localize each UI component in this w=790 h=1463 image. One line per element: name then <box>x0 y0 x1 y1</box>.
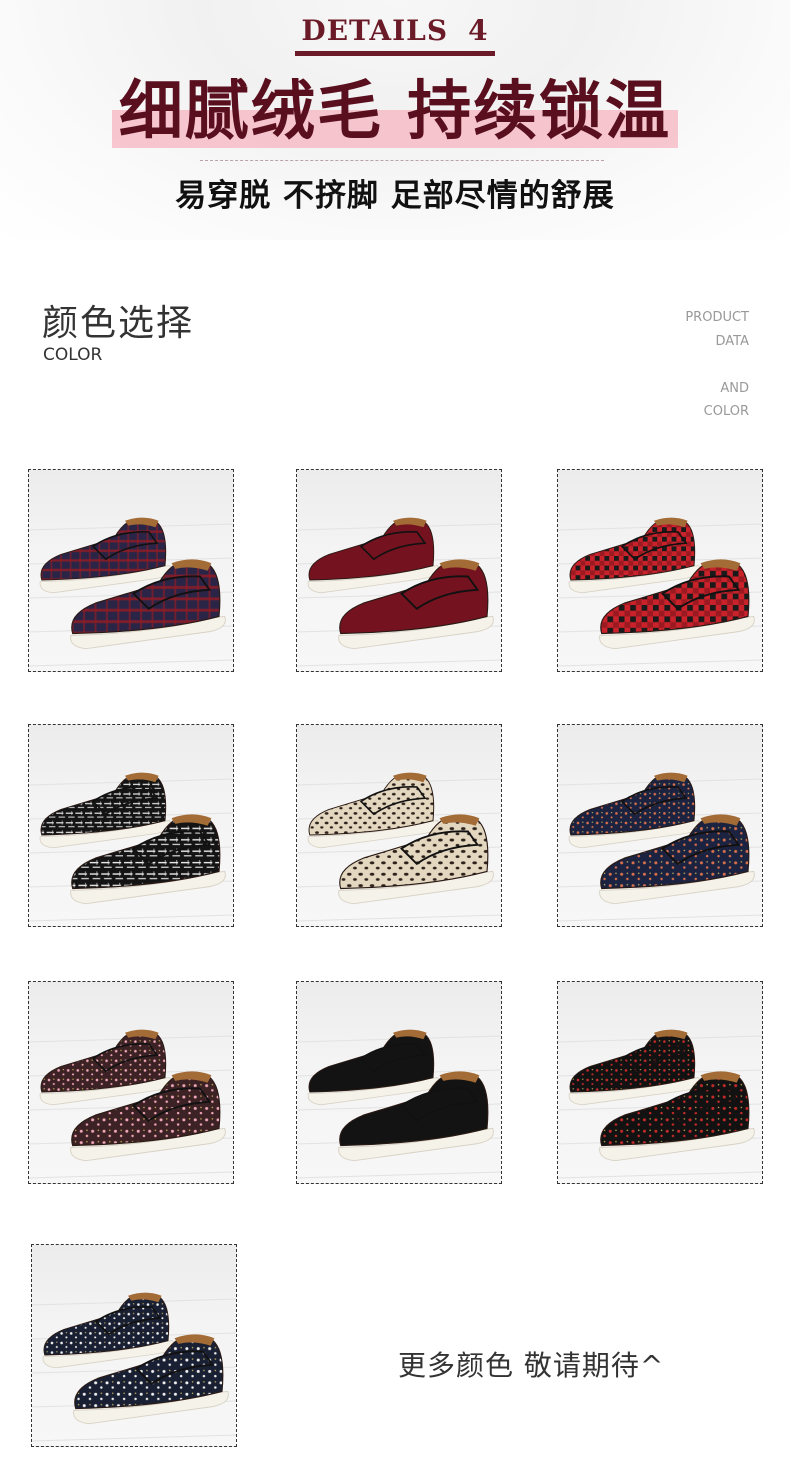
side-label-color: COLOR <box>703 404 749 419</box>
color-swatch-dark-pink-floral[interactable] <box>28 981 234 1184</box>
shoe-pair-illustration <box>558 517 762 667</box>
color-swatch-navy-white-ditsy[interactable] <box>31 1244 237 1447</box>
more-colors-coming-soon: 更多颜色 敬请期待^ <box>398 1349 665 1382</box>
shoe-pair-illustration <box>558 772 762 922</box>
color-swatch-navy-red-tartan[interactable] <box>28 469 234 672</box>
color-swatch-solid-burgundy[interactable] <box>296 469 502 672</box>
shoe-pair-illustration <box>558 1029 762 1179</box>
color-swatch-solid-black[interactable] <box>296 981 502 1184</box>
details-number: 4 <box>468 14 489 47</box>
color-swatch-navy-floral[interactable] <box>557 724 763 927</box>
shoe-pair-illustration <box>32 1292 236 1442</box>
shoe-pair-illustration <box>297 772 501 922</box>
dashed-divider <box>200 160 604 161</box>
side-label-product: PRODUCT <box>685 310 749 325</box>
shoe-pair-illustration <box>297 1029 501 1179</box>
details-heading: DETAILS 4 <box>0 14 790 56</box>
side-label-data: DATA <box>715 334 750 349</box>
subheadline: 易穿脱 不挤脚 足部尽情的舒展 <box>175 178 615 214</box>
color-swatch-black-red-rose[interactable] <box>557 981 763 1184</box>
color-section-subtitle: COLOR <box>43 345 103 365</box>
color-swatch-leopard-print[interactable] <box>296 724 502 927</box>
shoe-pair-illustration <box>29 1029 233 1179</box>
color-section-title: 颜色选择 <box>42 303 195 344</box>
color-swatch-red-black-gingham[interactable] <box>557 469 763 672</box>
color-swatch-black-white-tweed[interactable] <box>28 724 234 927</box>
side-label-and: AND <box>720 381 749 396</box>
shoe-pair-illustration <box>297 517 501 667</box>
headline: 细腻绒毛 持续锁温 <box>118 74 672 149</box>
details-label: DETAILS <box>301 14 449 47</box>
details-title: DETAILS 4 <box>295 14 495 56</box>
shoe-pair-illustration <box>29 772 233 922</box>
shoe-pair-illustration <box>29 517 233 667</box>
